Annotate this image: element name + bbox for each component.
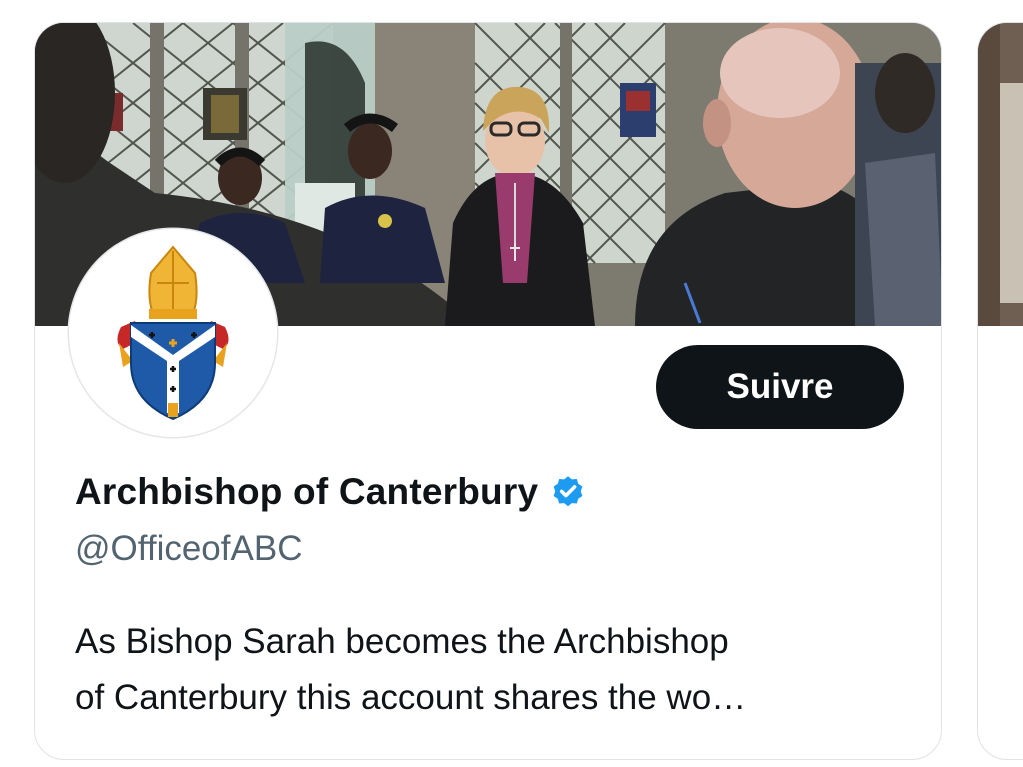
diocesan-coat-of-arms-icon xyxy=(117,245,229,421)
follow-button[interactable]: Suivre xyxy=(656,345,904,429)
display-name: Archbishop of Canterbury xyxy=(75,471,539,512)
name-row: Archbishop of Canterbury xyxy=(75,471,586,513)
profile-handle[interactable]: @OfficeofABC xyxy=(75,529,302,569)
bio-line: As Bishop Sarah becomes the Archbishop xyxy=(75,622,729,661)
profile-card[interactable]: Suivre Archbishop of Canterbury @Officeo… xyxy=(34,22,942,760)
bio-line: of Canterbury this account shares the wo… xyxy=(75,678,747,717)
next-profile-card[interactable] xyxy=(977,22,1023,760)
next-profile-banner-image xyxy=(978,23,1023,326)
profile-bio: As Bishop Sarah becomes the Archbishop o… xyxy=(75,614,915,726)
verified-badge-icon xyxy=(550,474,586,510)
screen: Suivre Archbishop of Canterbury @Officeo… xyxy=(0,0,1023,767)
profile-avatar[interactable] xyxy=(69,229,277,437)
